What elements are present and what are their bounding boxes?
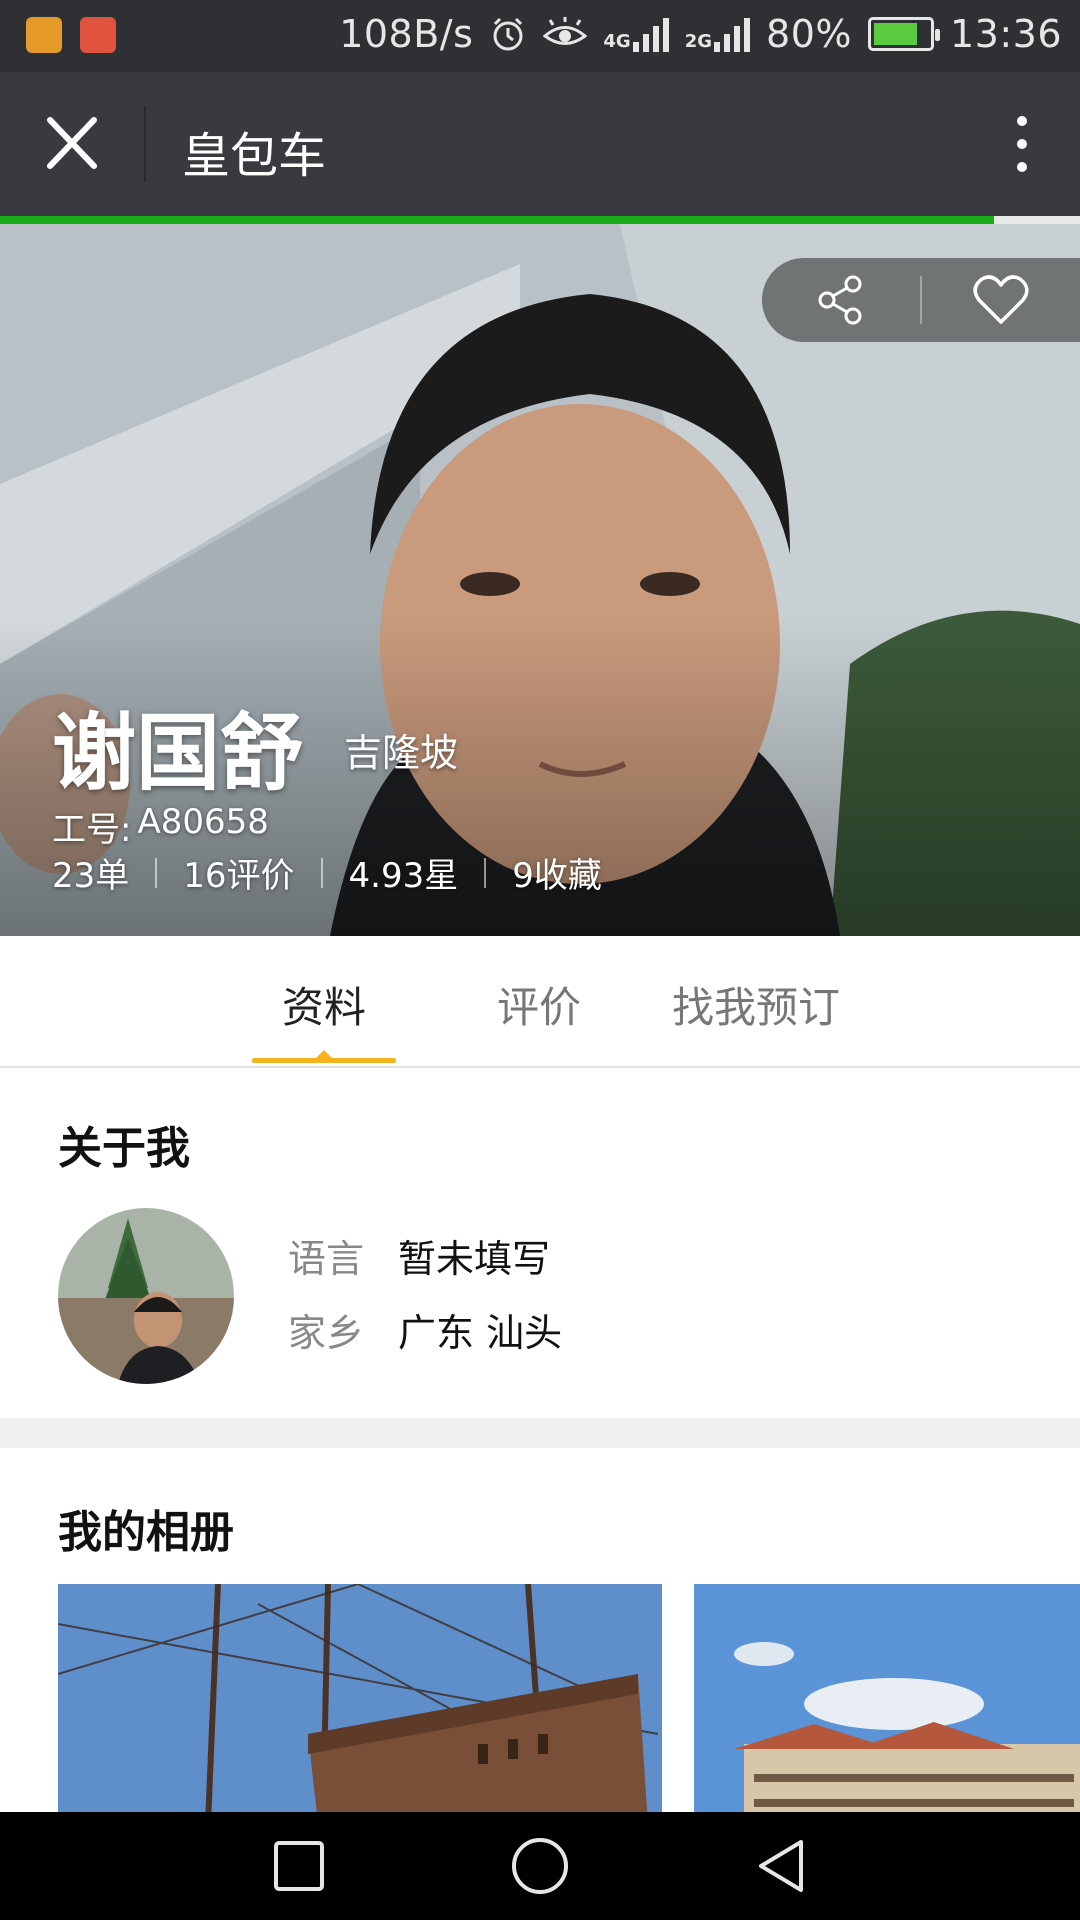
page-load-progress (0, 216, 1080, 224)
album-photo-image (58, 1584, 662, 1812)
alarm-icon (493, 17, 523, 51)
close-button[interactable] (36, 112, 108, 176)
tab-profile[interactable]: 资料 (282, 974, 366, 1035)
album-photo-ship[interactable] (58, 1584, 662, 1812)
stat-rating: 4.93星 (348, 856, 459, 896)
profile-hero: 谢国舒 吉隆坡 工号: A80658 23单 16评价 4.93星 9收藏 (0, 224, 1080, 936)
favorite-button[interactable] (922, 258, 1080, 342)
net-speed: 108B/s (339, 12, 474, 56)
progress-fill (0, 216, 994, 224)
album-photo-image (694, 1584, 1080, 1812)
signal-bars-icon (632, 16, 669, 52)
section-divider (0, 1418, 1080, 1448)
stat-divider (484, 857, 487, 888)
status-indicators: 108B/s 4G 2G 80% 13:36 (339, 12, 1062, 56)
signal-bars-icon (714, 16, 751, 52)
net1-label: 4G (603, 31, 631, 52)
net2-label: 2G (684, 31, 713, 52)
album-photo-building[interactable] (694, 1584, 1080, 1812)
more-menu-button[interactable] (992, 108, 1052, 180)
language-label: 语言 (288, 1237, 365, 1281)
eye-comfort-icon (543, 17, 588, 45)
heart-icon (973, 275, 1029, 324)
health-app-icon (26, 17, 62, 53)
active-tab-caret (316, 1050, 332, 1058)
language-row: 语言 暂未填写 (288, 1228, 550, 1283)
tools-app-icon (80, 17, 116, 53)
clock: 13:36 (949, 12, 1062, 56)
driver-stats: 23单 16评价 4.93星 9收藏 (52, 848, 602, 897)
system-nav-bar (0, 1812, 1080, 1920)
driver-name: 谢国舒 (52, 704, 305, 802)
hometown-value: 广东 汕头 (398, 1311, 563, 1355)
avatar-photo (58, 1208, 234, 1384)
share-button[interactable] (762, 258, 920, 342)
stat-reviews: 16评价 (183, 856, 295, 896)
share-icon (818, 275, 862, 325)
tab-reviews[interactable]: 评价 (497, 974, 581, 1035)
battery-fill (873, 23, 918, 45)
profile-tabs: 资料 评价 找我预订 (0, 936, 1080, 1068)
close-icon (47, 117, 97, 169)
employee-id-label: 工号: (52, 810, 132, 850)
back-triangle-icon (759, 1840, 803, 1892)
employee-id-value: A80658 (137, 802, 269, 842)
stat-orders: 23单 (52, 856, 130, 896)
status-bar: 108B/s 4G 2G 80% 13:36 (0, 0, 1080, 72)
driver-city: 吉隆坡 (344, 731, 459, 775)
circle-icon (512, 1838, 568, 1894)
stat-favorites: 9收藏 (512, 856, 602, 896)
back-button[interactable] (746, 1836, 816, 1896)
title-bar: 皇包车 (0, 72, 1080, 216)
recent-apps-button[interactable] (264, 1836, 334, 1896)
hometown-row: 家乡 广东 汕头 (288, 1302, 562, 1357)
action-pill (762, 258, 1080, 342)
page-title: 皇包车 (182, 128, 327, 184)
about-title: 关于我 (58, 1123, 190, 1174)
signal-2g: 2G (684, 16, 751, 52)
stat-divider (320, 857, 323, 888)
battery-percent: 80% (766, 12, 852, 56)
signal-4g: 4G (603, 16, 669, 52)
battery-icon (867, 17, 940, 51)
album-title: 我的相册 (58, 1507, 234, 1558)
tab-book-me[interactable]: 找我预订 (672, 974, 840, 1035)
avatar[interactable] (58, 1208, 234, 1384)
active-tab-indicator (252, 1058, 396, 1063)
album-section: 我的相册 (0, 1448, 1080, 1812)
hometown-label: 家乡 (288, 1311, 365, 1355)
about-section: 关于我 语言 暂未填写 家乡 广东 汕头 (0, 1068, 1080, 1418)
square-icon (274, 1841, 324, 1891)
title-divider (144, 106, 146, 182)
employee-id: 工号: A80658 (52, 802, 269, 851)
home-button[interactable] (505, 1836, 575, 1896)
stat-divider (155, 857, 158, 888)
more-dots-icon (1017, 116, 1027, 126)
language-value: 暂未填写 (398, 1237, 551, 1281)
